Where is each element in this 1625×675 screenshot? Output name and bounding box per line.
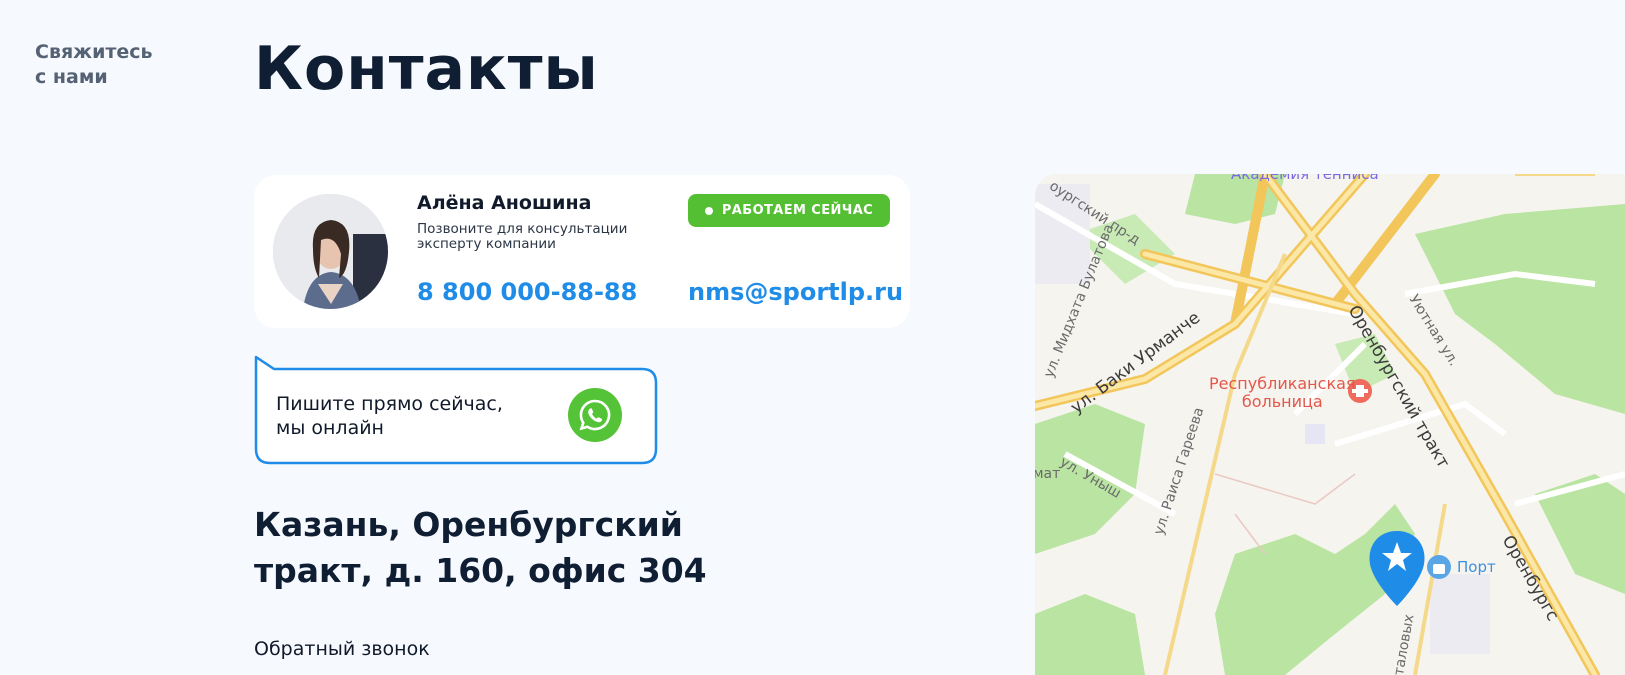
person-description: Позвоните для консультации эксперту комп… [417,221,628,252]
contact-card: Алёна Аношина Позвоните для консультации… [254,175,910,328]
chat-text: Пишите прямо сейчас, мы онлайн [276,393,503,439]
contact-us-label: Свяжитесь с нами [35,41,153,88]
map[interactable]: Академия тенниса оургский пр-д ул. Мидха… [1035,174,1625,675]
whatsapp-button[interactable] [568,388,622,442]
avatar [273,194,388,309]
whatsapp-icon [579,399,611,431]
office-address: Казань, Оренбургский тракт, д. 160, офис… [254,505,707,590]
map-label-mat: мат [1035,466,1061,482]
callback-link[interactable]: Обратный звонок [254,638,430,660]
phone-link[interactable]: 8 800 000-88-88 [417,278,637,306]
email-link[interactable]: nms@sportlp.ru [688,278,903,306]
status-dot-icon [704,206,713,215]
person-name: Алёна Аношина [417,192,592,214]
map-label-hospital: Республиканская больница [1209,374,1356,411]
map-label-academy: Академия тенниса [1231,174,1379,183]
page-title: Контакты [254,34,599,104]
status-badge: РАБОТАЕМ СЕЙЧАС [688,194,890,227]
status-text: РАБОТАЕМ СЕЙЧАС [721,203,874,218]
chat-callout: Пишите прямо сейчас, мы онлайн [254,355,658,465]
map-label-port: Порт [1457,558,1496,576]
